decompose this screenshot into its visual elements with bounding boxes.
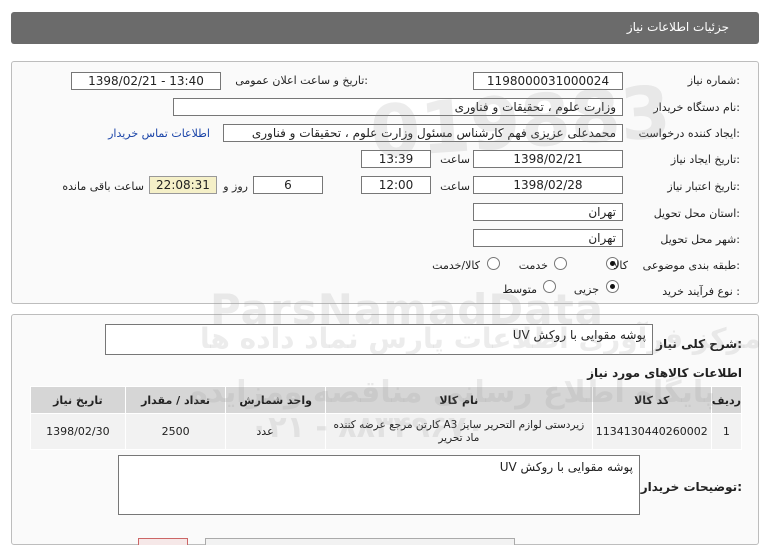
bottom-button-left[interactable]	[138, 538, 188, 545]
category-option-goods-service: کالا/خدمت	[432, 259, 480, 272]
items-table-header: تاریخ نیاز تعداد / مقدار واحد شمارش نام …	[30, 386, 743, 414]
page-title-bar: جزئیات اطلاعات نیاز	[11, 12, 759, 44]
col-name: نام کالا	[324, 386, 593, 414]
category-label: طبقه بندی موضوعی:	[642, 259, 740, 272]
buyer-notes-label: توضیحات خریدار:	[640, 480, 742, 494]
cell-code: 1134130440260002	[591, 413, 712, 450]
province-field[interactable]: تهران	[473, 203, 623, 221]
cell-row: 1	[710, 413, 743, 450]
process-option-medium: متوسط	[502, 283, 537, 296]
col-code: کد کالا	[591, 386, 712, 414]
valid-date-field[interactable]: 1398/02/28	[473, 176, 623, 194]
create-time-label: ساعت	[440, 153, 470, 166]
items-table: تاریخ نیاز تعداد / مقدار واحد شمارش نام …	[30, 386, 743, 450]
time-remaining-field: 22:08:31	[149, 176, 217, 194]
city-field[interactable]: تهران	[473, 229, 623, 247]
need-number-label: شماره نیاز:	[687, 74, 740, 87]
buyer-notes-field[interactable]: پوشه مقوایی با روکش UV	[118, 455, 640, 515]
city-label: شهر محل تحویل:	[660, 233, 740, 246]
buyer-field[interactable]: وزارت علوم ، تحقیقات و فناوری	[173, 98, 623, 116]
creator-field[interactable]: محمدعلی عزیزی فهم کارشناس مسئول وزارت عل…	[223, 124, 623, 142]
category-radio-goods-service[interactable]	[487, 257, 500, 270]
cell-name: زیردستی لوازم التحریر سایز A3 کارتن مرجع…	[324, 413, 593, 450]
col-row: ردیف	[710, 386, 743, 414]
days-remaining-field[interactable]: 6	[253, 176, 323, 194]
time-remaining-label: ساعت باقی مانده	[62, 180, 144, 193]
contact-buyer-link[interactable]: اطلاعات تماس خریدار	[108, 127, 210, 140]
process-radio-minor[interactable]	[606, 280, 619, 293]
days-label: روز و	[223, 180, 248, 193]
col-unit: واحد شمارش	[225, 386, 326, 414]
page-title: جزئیات اطلاعات نیاز	[626, 20, 729, 34]
col-date: تاریخ نیاز	[30, 386, 126, 414]
category-option-service: خدمت	[518, 259, 548, 272]
announce-label: تاریخ و ساعت اعلان عمومی:	[235, 74, 368, 87]
valid-time-field[interactable]: 12:00	[361, 176, 431, 194]
cell-unit: عدد	[225, 413, 326, 450]
category-option-goods: کالا	[613, 259, 628, 272]
cell-date: 1398/02/30	[30, 413, 126, 450]
summary-label: شرح کلی نیاز:	[656, 337, 742, 351]
create-date-field[interactable]: 1398/02/21	[473, 150, 623, 168]
valid-time-label: ساعت	[440, 180, 470, 193]
need-number-field[interactable]: 1198000031000024	[473, 72, 623, 90]
items-section-title: اطلاعات کالاهای مورد نیاز	[587, 366, 742, 380]
create-time-field[interactable]: 13:39	[361, 150, 431, 168]
bottom-button-middle[interactable]	[205, 538, 515, 545]
create-date-label: تاریخ ایجاد نیاز:	[670, 153, 740, 166]
col-quantity: تعداد / مقدار	[124, 386, 227, 414]
cell-quantity: 2500	[124, 413, 227, 450]
process-option-minor: جزیی	[573, 283, 599, 296]
summary-field[interactable]: پوشه مقوایی با روکش UV	[105, 324, 653, 355]
process-radio-medium[interactable]	[543, 280, 556, 293]
announce-field[interactable]: 1398/02/21 - 13:40	[71, 72, 221, 90]
process-label: نوع فرآیند خرید :	[662, 285, 740, 298]
province-label: استان محل تحویل:	[653, 207, 740, 220]
creator-label: ایجاد کننده درخواست:	[638, 127, 740, 140]
table-row[interactable]: 1398/02/30 2500 عدد زیردستی لوازم التحری…	[30, 413, 743, 450]
valid-date-label: تاریخ اعتبار نیاز:	[667, 180, 740, 193]
buyer-label: نام دستگاه خریدار:	[653, 101, 740, 114]
category-radio-service[interactable]	[554, 257, 567, 270]
